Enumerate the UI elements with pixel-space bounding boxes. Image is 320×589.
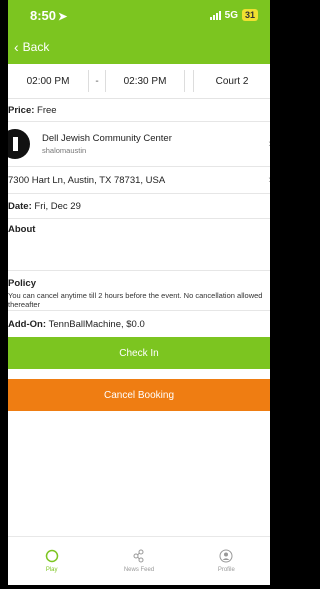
date-value: Fri, Dec 29 — [34, 200, 81, 212]
share-icon — [133, 549, 144, 563]
tab-profile[interactable]: Profile — [183, 537, 270, 585]
address-text: 7300 Hart Ln, Austin, TX 78731, USA — [8, 174, 166, 186]
time-separator: - — [95, 75, 99, 87]
date-row: Date: Fri, Dec 29 — [8, 194, 270, 219]
profile-icon — [219, 549, 233, 563]
policy-label: Policy — [8, 278, 36, 289]
court-field[interactable]: Court 2 — [193, 70, 270, 92]
addon-value: TennBallMachine, $0.0 — [48, 318, 145, 330]
back-button[interactable]: ‹ Back — [8, 30, 270, 64]
time-selector-row: 02:00 PM - 02:30 PM Court 2 — [8, 64, 270, 99]
center-logo-avatar — [8, 129, 30, 159]
tab-play[interactable]: Play — [8, 537, 95, 585]
network-label: 5G — [224, 9, 238, 21]
circle-icon — [45, 549, 58, 563]
about-label: About — [8, 224, 36, 235]
chevron-right-icon: › — [268, 138, 270, 150]
status-bar: 8:50 ➤ 5G 31 — [8, 0, 270, 30]
chevron-left-icon: ‹ — [14, 39, 19, 55]
back-label: Back — [22, 40, 50, 54]
tab-news-feed[interactable]: News Feed — [95, 537, 182, 585]
status-time: 8:50 ➤ — [30, 8, 210, 23]
tab-label: Play — [45, 567, 58, 573]
policy-text: You can cancel anytime till 2 hours befo… — [8, 291, 263, 309]
app-header: 8:50 ➤ 5G 31 ‹ Back — [8, 0, 270, 64]
price-row: Price: Free — [8, 99, 270, 122]
center-row[interactable]: Dell Jewish Community Center shalomausti… — [8, 122, 270, 167]
check-in-button[interactable]: Check In — [8, 337, 270, 369]
policy-section: Policy You can cancel anytime till 2 hou… — [8, 271, 270, 311]
date-label: Date: — [8, 200, 32, 212]
status-indicators: 5G 31 — [209, 9, 258, 21]
tab-label: Profile — [217, 567, 235, 573]
addon-label: Add-On: — [8, 318, 46, 330]
clock-text: 8:50 — [30, 7, 57, 23]
center-name: Dell Jewish Community Center — [42, 133, 172, 144]
chevron-right-icon: › — [268, 174, 270, 186]
center-info: Dell Jewish Community Center shalomausti… — [42, 133, 172, 155]
price-label: Price: — [8, 104, 35, 116]
price-value: Free — [37, 104, 57, 116]
cancel-booking-button[interactable]: Cancel Booking — [8, 379, 270, 411]
start-time-field[interactable]: 02:00 PM — [8, 70, 89, 92]
location-arrow-icon: ➤ — [58, 10, 68, 23]
battery-icon: 31 — [241, 9, 258, 21]
end-time-field[interactable]: 02:30 PM — [105, 70, 185, 92]
address-row[interactable]: 7300 Hart Ln, Austin, TX 78731, USA › — [8, 167, 270, 194]
about-section: About — [8, 219, 270, 271]
bottom-tab-bar: Play News Feed Profile — [8, 536, 270, 585]
addon-row: Add-On: TennBallMachine, $0.0 — [8, 311, 270, 337]
tab-label: News Feed — [123, 567, 155, 573]
center-handle: shalomaustin — [42, 146, 87, 155]
phone-screen: 8:50 ➤ 5G 31 ‹ Back 02:00 PM - 02:30 PM C… — [8, 0, 270, 585]
signal-bars-icon — [209, 10, 221, 20]
